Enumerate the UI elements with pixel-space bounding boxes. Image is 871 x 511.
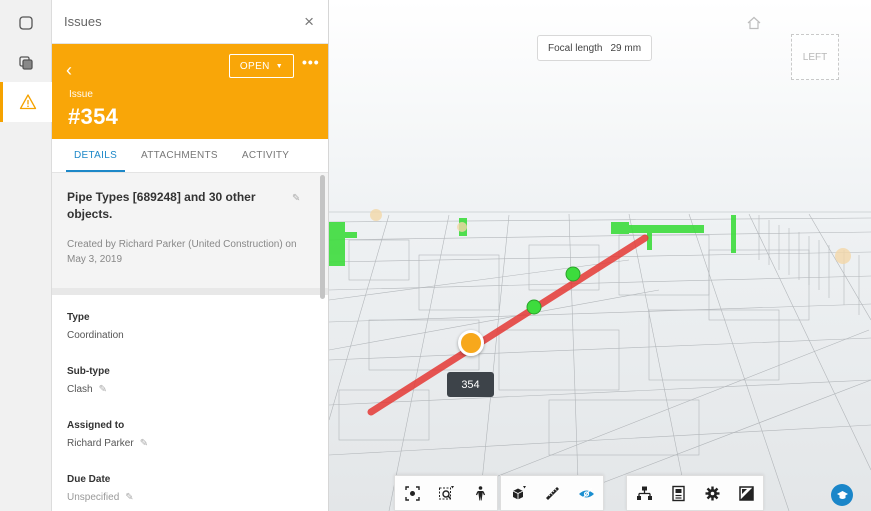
- fullscreen-icon: [738, 485, 754, 501]
- assigned-to-field[interactable]: Assigned to Richard Parker ✎: [52, 420, 328, 449]
- left-icon-rail: [0, 0, 53, 511]
- clash-point: [526, 299, 542, 315]
- due-date-label: Due Date: [67, 474, 111, 485]
- fit-to-view-button[interactable]: [395, 476, 429, 510]
- navigation-toolbar: [394, 475, 498, 511]
- close-icon[interactable]: ×: [304, 12, 314, 32]
- subtype-value-text: Clash: [67, 384, 93, 395]
- section-box-icon: [512, 485, 526, 499]
- status-label: OPEN: [239, 60, 270, 72]
- first-person-button[interactable]: [463, 476, 497, 510]
- view-cube-face-label: LEFT: [802, 51, 828, 63]
- issue-pin-tag[interactable]: 354: [447, 372, 494, 397]
- type-value: Coordination: [67, 330, 328, 341]
- subtype-field[interactable]: Sub-type Clash ✎: [52, 366, 328, 395]
- focal-length-label: Focal length: [548, 42, 603, 54]
- status-dropdown[interactable]: OPEN ▼: [229, 54, 294, 78]
- graduation-cap-icon: [836, 490, 848, 499]
- model-browser-icon: [19, 16, 33, 30]
- issues-button[interactable]: [0, 82, 53, 122]
- zoom-window-icon: [438, 485, 454, 499]
- measure-button[interactable]: [535, 476, 569, 510]
- assigned-to-value-text: Richard Parker: [67, 438, 134, 449]
- model-structure-button[interactable]: [627, 476, 661, 510]
- zoom-window-button[interactable]: [429, 476, 463, 510]
- model-scene[interactable]: [329, 0, 871, 511]
- measure-icon: [545, 486, 559, 500]
- caret-down-icon: ▼: [275, 62, 284, 70]
- settings-toolbar: [626, 475, 764, 511]
- type-field: Type Coordination: [52, 312, 328, 341]
- issue-header: ‹ OPEN ▼ ••• Issue #354: [52, 44, 328, 139]
- panel-header: Issues ×: [52, 0, 328, 44]
- subtype-label: Sub-type: [67, 366, 110, 377]
- tab-activity[interactable]: ACTIVITY: [230, 139, 301, 172]
- issue-tabs: DETAILS ATTACHMENTS ACTIVITY: [52, 139, 328, 173]
- subtype-value[interactable]: Clash ✎: [67, 384, 328, 395]
- clash-point: [565, 266, 581, 282]
- settings-button[interactable]: [695, 476, 729, 510]
- settings-icon: [705, 486, 719, 500]
- created-by-text: Created by Richard Parker (United Constr…: [67, 239, 297, 265]
- type-value-text: Coordination: [67, 330, 124, 341]
- properties-icon: [671, 485, 685, 501]
- model-browser-button[interactable]: [0, 3, 52, 43]
- focal-length-readout: Focal length 29 mm: [537, 35, 653, 61]
- issue-title: Pipe Types [689248] and 30 other objects…: [67, 190, 256, 221]
- account-button[interactable]: [831, 484, 853, 506]
- type-label: Type: [67, 312, 90, 323]
- panel-title: Issues: [64, 14, 102, 29]
- warning-icon: [19, 94, 37, 110]
- issue-pin[interactable]: [458, 330, 484, 356]
- edit-title-pencil-icon[interactable]: ✎: [292, 193, 300, 204]
- assigned-to-label: Assigned to: [67, 420, 125, 431]
- section-divider: [52, 288, 328, 295]
- fullscreen-button[interactable]: [729, 476, 763, 510]
- tab-details[interactable]: DETAILS: [62, 139, 129, 172]
- home-icon[interactable]: [746, 15, 762, 31]
- fit-to-view-icon: [404, 485, 420, 501]
- edit-subtype-pencil-icon[interactable]: ✎: [99, 384, 107, 395]
- tools-toolbar: [500, 475, 604, 511]
- layers-icon: [19, 56, 33, 70]
- edit-due-date-pencil-icon[interactable]: ✎: [125, 492, 133, 503]
- explode-view-icon: [578, 487, 594, 500]
- panel-scrollbar[interactable]: [320, 175, 325, 299]
- issue-summary: Pipe Types [689248] and 30 other objects…: [52, 173, 328, 288]
- issue-label: Issue: [69, 89, 93, 100]
- tab-attachments[interactable]: ATTACHMENTS: [129, 139, 230, 172]
- view-cube[interactable]: LEFT: [791, 34, 839, 80]
- explode-view-button[interactable]: [569, 476, 603, 510]
- first-person-icon: [475, 485, 485, 500]
- issue-panel: Issues × ‹ OPEN ▼ ••• Issue #354 DETAILS…: [52, 0, 329, 511]
- focal-length-value: 29 mm: [610, 42, 642, 54]
- issue-number: #354: [68, 104, 119, 129]
- back-chevron-icon[interactable]: ‹: [66, 60, 72, 81]
- edit-assignee-pencil-icon[interactable]: ✎: [140, 438, 148, 449]
- model-structure-icon: [636, 486, 652, 500]
- section-box-button[interactable]: [501, 476, 535, 510]
- properties-button[interactable]: [661, 476, 695, 510]
- more-options-icon[interactable]: •••: [302, 54, 320, 70]
- due-date-field[interactable]: Due Date Unspecified ✎: [52, 474, 328, 503]
- due-date-value[interactable]: Unspecified ✎: [67, 492, 328, 503]
- due-date-value-text: Unspecified: [67, 492, 120, 503]
- layers-button[interactable]: [0, 43, 52, 83]
- assigned-to-value[interactable]: Richard Parker ✎: [67, 438, 328, 449]
- model-viewer[interactable]: Focal length 29 mm LEFT 354: [329, 0, 871, 511]
